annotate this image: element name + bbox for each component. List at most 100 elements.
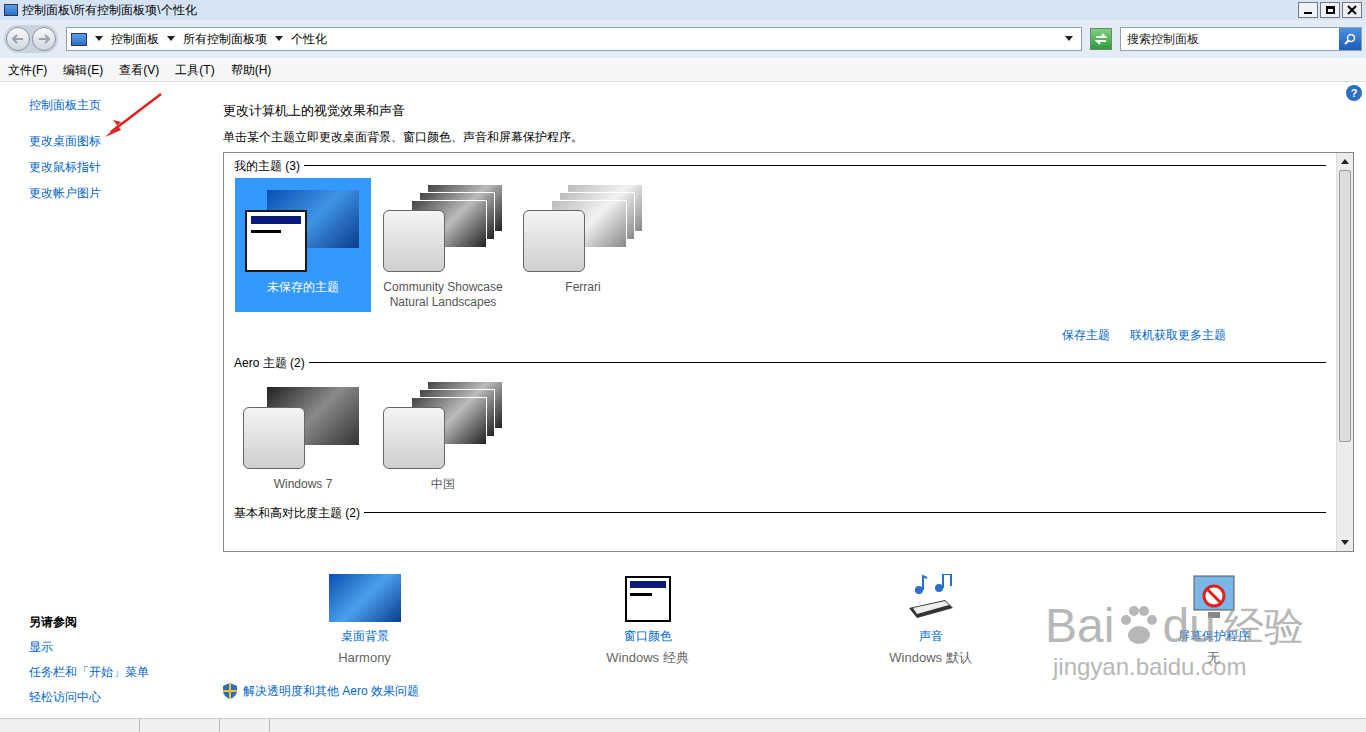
watermark-text: 经验 <box>1224 600 1304 652</box>
menu-item[interactable]: 编辑(E) <box>63 61 103 79</box>
control-panel-window: 控制面板\所有控制面板项\个性化控制面板 所有控制面板项 个性化 搜索控制面板文件(F… <box>0 0 1366 732</box>
theme-list: 我的主题 (3) 未保存的主题 Community Showcase Natural… <box>223 152 1354 552</box>
refresh-button[interactable] <box>1090 28 1112 50</box>
theme-item[interactable]: Windows 7 <box>235 375 371 494</box>
menu-item[interactable]: 帮助(H) <box>231 61 272 79</box>
sound-icon <box>905 574 957 622</box>
watermark-text: du <box>1162 600 1215 652</box>
close-icon <box>1347 5 1357 15</box>
back-arrow-icon <box>12 34 24 44</box>
theme-item[interactable]: Community Showcase Natural Landscapes <box>375 178 511 312</box>
breadcrumb[interactable]: 所有控制面板项 <box>183 30 267 48</box>
page-description: 单击某个主题立即更改桌面背景、窗口颜色、声音和屏幕保护程序。 <box>223 129 1354 146</box>
setting-item[interactable]: 声音Windows 默认 <box>789 572 1072 666</box>
theme-group: 我的主题 (3) 未保存的主题 Community Showcase Natural… <box>234 157 1326 344</box>
theme-name: Ferrari <box>518 280 648 295</box>
theme-name: 未保存的主题 <box>238 280 368 295</box>
setting-item[interactable]: 屏幕保护程序无 <box>1072 572 1355 666</box>
help-button[interactable]: ? <box>1346 85 1362 101</box>
setting-label: 声音 <box>919 628 943 645</box>
theme-name: 中国 <box>378 477 508 492</box>
scroll-up-icon <box>1341 159 1349 164</box>
search-icon <box>1344 33 1356 45</box>
scroll-thumb[interactable] <box>1339 170 1351 442</box>
theme-thumbnail <box>239 180 367 280</box>
forward-arrow-icon <box>38 34 50 44</box>
setting-value: Windows 经典 <box>606 649 688 666</box>
group-title: 基本和高对比度主题 (2) <box>234 504 360 522</box>
desktop-background-icon <box>329 574 401 622</box>
dropdown-arrow-icon <box>167 36 175 42</box>
setting-label: 桌面背景 <box>341 628 389 645</box>
address-field[interactable]: 控制面板 所有控制面板项 个性化 <box>66 27 1082 51</box>
window-sample <box>243 407 305 469</box>
theme-thumbnail <box>379 180 507 280</box>
sidebar-link[interactable]: 更改帐户图片 <box>29 186 101 200</box>
shield-icon <box>223 683 237 699</box>
setting-item[interactable]: 桌面背景 Harmony <box>223 572 506 666</box>
see-also-link[interactable]: 轻松访问中心 <box>29 689 223 706</box>
setting-item[interactable]: 窗口颜色 Windows 经典 <box>506 572 789 666</box>
theme-item[interactable]: 中国 <box>375 375 511 494</box>
sidebar-link[interactable]: 更改鼠标指针 <box>29 160 101 174</box>
sidebar: 控制面板主页更改桌面图标更改鼠标指针更改帐户图片另请参阅显示任务栏和「开始」菜单… <box>0 82 223 718</box>
theme-thumbnail <box>379 377 507 477</box>
watermark-url: jingyan.baidu.com <box>1053 652 1246 682</box>
window-sample <box>523 210 585 272</box>
dropdown-arrow-icon <box>1065 36 1073 42</box>
setting-label: 窗口颜色 <box>624 628 672 645</box>
menu-item[interactable]: 文件(F) <box>8 61 47 79</box>
dropdown-arrow-icon <box>275 36 283 42</box>
watermark-text: Bai <box>1045 600 1114 652</box>
back-button[interactable] <box>6 27 30 51</box>
theme-group: Aero 主题 (2) Windows 7 中国 <box>234 354 1326 494</box>
breadcrumb[interactable]: 控制面板 <box>111 30 159 48</box>
setting-value: Harmony <box>338 649 391 666</box>
maximize-button[interactable] <box>1320 2 1340 18</box>
see-also-link[interactable]: 显示 <box>29 639 223 656</box>
menu-item[interactable]: 查看(V) <box>119 61 159 79</box>
page-heading: 更改计算机上的视觉效果和声音 <box>223 102 1354 119</box>
breadcrumb[interactable]: 个性化 <box>291 30 327 48</box>
setting-value: 无 <box>1207 649 1220 666</box>
search-button[interactable] <box>1339 28 1361 50</box>
troubleshoot-link[interactable]: 解决透明度和其他 Aero 效果问题 <box>243 682 419 700</box>
red-arrow-icon <box>103 92 165 142</box>
theme-link[interactable]: 保存主题 <box>1062 326 1110 344</box>
control-panel-icon <box>71 33 87 46</box>
scrollbar[interactable] <box>1336 153 1353 551</box>
settings-row: 桌面背景Harmony窗口颜色Windows 经典声音Windows 默认屏幕保… <box>223 572 1355 666</box>
control-panel-icon <box>4 4 18 16</box>
close-button[interactable] <box>1342 2 1362 18</box>
paw-icon <box>1116 604 1160 648</box>
minimize-button[interactable] <box>1298 2 1318 18</box>
theme-link[interactable]: 联机获取更多主题 <box>1130 326 1226 344</box>
main-content: 更改计算机上的视觉效果和声音单击某个主题立即更改桌面背景、窗口颜色、声音和屏幕保… <box>223 82 1366 718</box>
dropdown-arrow-icon <box>95 36 103 42</box>
sidebar-link[interactable]: 控制面板主页 <box>29 98 101 112</box>
window-sample <box>383 407 445 469</box>
search-placeholder: 搜索控制面板 <box>1121 28 1339 50</box>
window-sample <box>383 210 445 272</box>
body: 控制面板主页更改桌面图标更改鼠标指针更改帐户图片另请参阅显示任务栏和「开始」菜单… <box>0 82 1366 718</box>
group-title: 我的主题 (3) <box>234 157 300 175</box>
search-field[interactable]: 搜索控制面板 <box>1120 27 1362 51</box>
scroll-down-icon <box>1341 540 1349 545</box>
theme-item[interactable]: Ferrari <box>515 178 651 312</box>
theme-name: Windows 7 <box>238 477 368 492</box>
menu-item[interactable]: 工具(T) <box>175 61 214 79</box>
see-also-link[interactable]: 任务栏和「开始」菜单 <box>29 664 223 681</box>
address-row: 控制面板 所有控制面板项 个性化 搜索控制面板 <box>0 20 1366 58</box>
theme-thumbnail <box>239 377 367 477</box>
screensaver-icon <box>1188 574 1240 622</box>
status-bar <box>0 718 1366 732</box>
setting-label: 屏幕保护程序 <box>1178 628 1250 645</box>
title-bar: 控制面板\所有控制面板项\个性化 <box>0 0 1366 20</box>
theme-item[interactable]: 未保存的主题 <box>235 178 371 312</box>
menu-bar: 文件(F) 编辑(E) 查看(V) 工具(T) 帮助(H) <box>0 58 1366 82</box>
group-title: Aero 主题 (2) <box>234 354 305 372</box>
refresh-icon <box>1094 33 1108 45</box>
sidebar-link[interactable]: 更改桌面图标 <box>29 134 101 148</box>
forward-button[interactable] <box>32 27 56 51</box>
watermark: Baidu经验jingyan.baidu.com <box>1045 600 1304 682</box>
